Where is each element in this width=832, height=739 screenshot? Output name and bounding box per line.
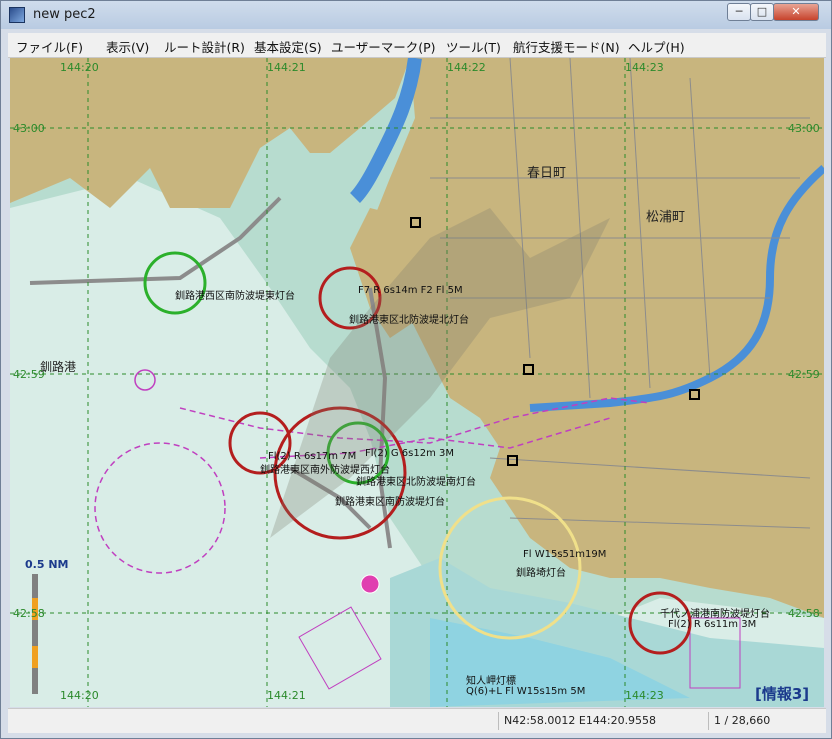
lat-label-right-1: 43:00 — [788, 122, 820, 135]
lon-label-top-1: 144:20 — [60, 61, 99, 74]
lat-label-left-3: 42:58 — [13, 607, 45, 620]
status-scale: 1 / 28,660 — [714, 714, 771, 727]
land-northwest — [10, 58, 410, 208]
light-char-center: Fl(2) G 6s12m 3M — [365, 448, 455, 459]
menu-user-mark[interactable]: ユーザーマーク(P) — [331, 37, 436, 56]
status-coordinates: N42:58.0012 E144:20.9558 — [504, 714, 657, 727]
menu-file[interactable]: ファイル(F) — [16, 37, 83, 56]
status-bar: N42:58.0012 E144:20.9558 1 / 28,660 — [8, 708, 826, 733]
buoy-magenta — [360, 574, 380, 594]
chart-map-view[interactable]: 144:20 144:21 144:22 144:23 144:20 144:2… — [10, 58, 824, 707]
window-title: new pec2 — [33, 7, 96, 22]
lon-label-bottom-1: 144:20 — [60, 689, 99, 702]
maximize-button[interactable]: □ — [750, 3, 774, 21]
light-char-bottom: Q(6)+L Fl W15s15m 5M — [466, 686, 586, 697]
lon-label-bottom-2: 144:21 — [267, 689, 306, 702]
lon-label-top-4: 144:23 — [625, 61, 664, 74]
menu-bar: ファイル(F) 表示(V) ルート設計(R) 基本設定(S) ユーザーマーク(P… — [8, 33, 826, 58]
light-label-kushiro-saki: 釧路埼灯台 — [516, 568, 566, 579]
lon-label-top-2: 144:21 — [267, 61, 306, 74]
light-label-south: 釧路港東区北防波堤南灯台 — [356, 477, 476, 488]
menu-settings[interactable]: 基本設定(S) — [254, 37, 322, 56]
place-kushiro-port: 釧路港 — [40, 360, 77, 374]
minimize-button[interactable]: ─ — [727, 3, 751, 21]
lat-label-left-1: 43:00 — [13, 122, 45, 135]
scale-bar — [32, 574, 38, 694]
close-button[interactable]: ✕ — [773, 3, 819, 21]
place-matsuura: 松浦町 — [646, 210, 686, 225]
lon-label-top-3: 144:22 — [447, 61, 486, 74]
menu-navigation-mode[interactable]: 航行支援モード(N) — [513, 37, 620, 56]
lon-label-bottom-3: 144:23 — [625, 689, 664, 702]
lat-label-right-2: 42:59 — [788, 368, 820, 381]
menu-tools[interactable]: ツール(T) — [446, 37, 501, 56]
light-label-north-breakwater: 釧路港東区北防波堤北灯台 — [349, 315, 469, 326]
info-button[interactable]: [情報3] — [755, 683, 809, 704]
light-char-kushiro-saki: Fl W15s51m19M — [523, 549, 607, 560]
menu-route-design[interactable]: ルート設計(R) — [164, 37, 245, 56]
light-char-chiyo: Fl(2) R 6s11m 3M — [668, 619, 757, 630]
light-label-east-breakwater: 釧路港西区南防波堤東灯台 — [175, 291, 295, 302]
app-window: new pec2 ─ □ ✕ ファイル(F) 表示(V) ルート設計(R) 基本… — [0, 0, 832, 739]
menu-view[interactable]: 表示(V) — [106, 37, 149, 56]
title-bar[interactable]: new pec2 ─ □ ✕ — [1, 1, 831, 29]
status-separator — [498, 712, 499, 730]
light-char-north: F7 R 6s14m F2 Fl 5M — [358, 285, 463, 296]
scale-bar-seg-2 — [32, 646, 38, 668]
place-kasuga: 春日町 — [527, 166, 567, 181]
light-label-bottom: 知人岬灯標 — [466, 676, 516, 687]
light-label-chiyo: 千代ノ浦港南防波堤灯台 — [660, 609, 770, 620]
status-separator — [708, 712, 709, 730]
scale-bar-label: 0.5 NM — [25, 558, 69, 571]
light-label-south-breakwater: 釧路港東区南防波堤灯台 — [335, 497, 445, 508]
app-icon — [9, 7, 25, 23]
lat-label-right-3: 42:58 — [788, 607, 820, 620]
menu-help[interactable]: ヘルプ(H) — [628, 37, 685, 56]
